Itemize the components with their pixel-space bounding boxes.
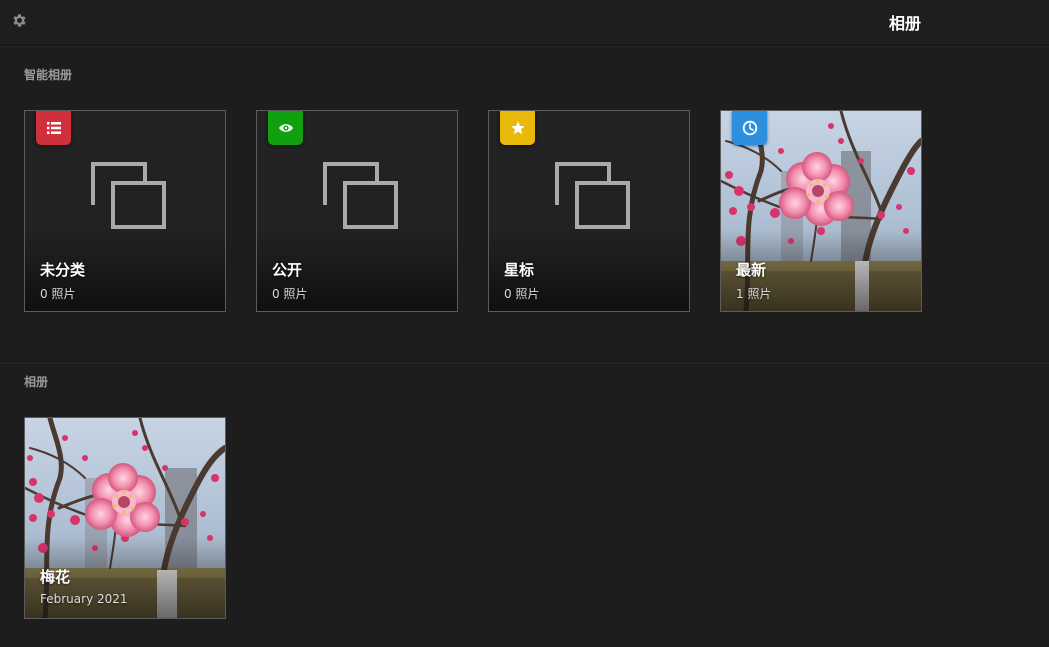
album-name: 最新 xyxy=(736,261,767,279)
section-divider xyxy=(0,361,1049,362)
album-starred[interactable]: 星标 0 照片 xyxy=(488,110,690,312)
album-count: 0 照片 xyxy=(504,287,540,301)
album-name: 星标 xyxy=(504,261,535,279)
album-count: 0 照片 xyxy=(272,287,308,301)
smart-albums-heading: 智能相册 xyxy=(24,68,73,82)
empty-album-icon xyxy=(555,162,630,229)
star-icon xyxy=(500,111,535,145)
empty-album-icon xyxy=(91,162,166,229)
album-unsorted[interactable]: 未分类 0 照片 xyxy=(24,110,226,312)
album-date: February 2021 xyxy=(40,592,128,606)
gear-icon[interactable] xyxy=(11,12,28,29)
album-public[interactable]: 公开 0 照片 xyxy=(256,110,458,312)
list-icon xyxy=(36,111,71,145)
album-count: 1 照片 xyxy=(736,287,772,301)
page-title: 相册 xyxy=(888,14,921,33)
top-bar: 相册 xyxy=(0,0,1049,46)
empty-album-icon xyxy=(323,162,398,229)
album-count: 0 照片 xyxy=(40,287,76,301)
eye-icon xyxy=(268,111,303,145)
albums-heading: 相册 xyxy=(24,375,49,389)
album-recent[interactable]: 最新 1 照片 xyxy=(720,110,922,312)
album-name: 梅花 xyxy=(40,568,71,586)
album-name: 未分类 xyxy=(40,261,86,279)
clock-icon xyxy=(732,111,767,145)
album-plum-blossom[interactable]: 梅花 February 2021 xyxy=(24,417,226,619)
album-name: 公开 xyxy=(272,261,303,279)
